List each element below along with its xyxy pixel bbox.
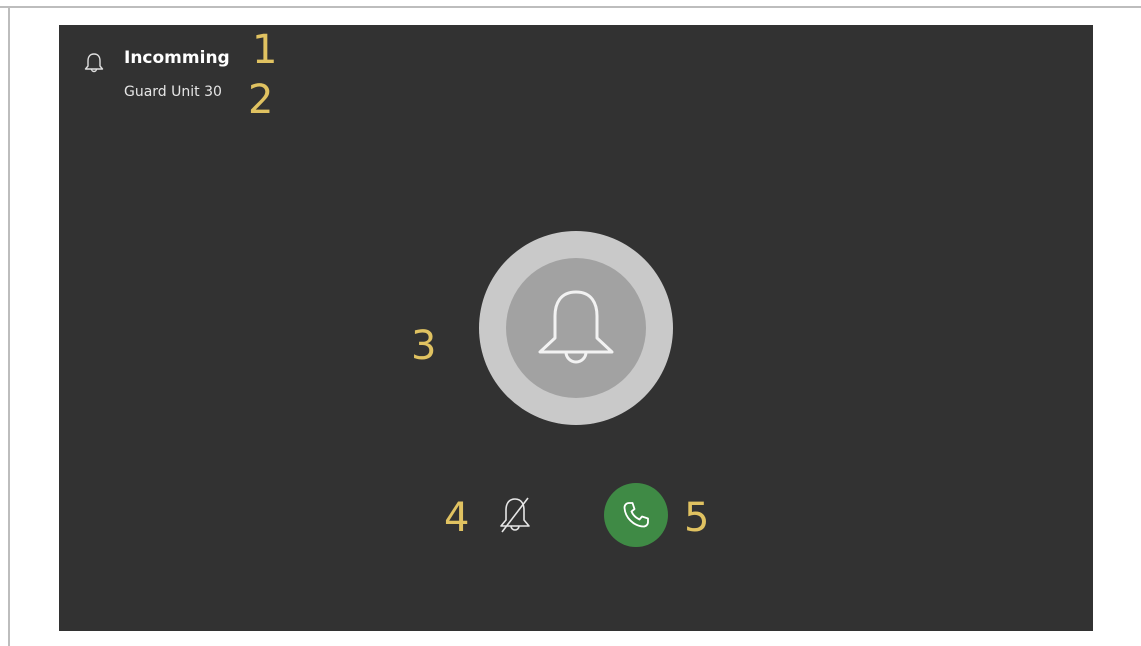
callout-number-2: 2	[248, 77, 274, 123]
bell-icon	[538, 290, 614, 364]
callout-number-3: 3	[411, 323, 437, 369]
caller-name: Guard Unit 30	[124, 84, 222, 100]
bell-off-icon	[500, 497, 530, 533]
accept-call-button[interactable]	[604, 483, 668, 547]
frame-top-border	[0, 6, 1141, 8]
mute-ringtone-button[interactable]	[494, 494, 536, 536]
callout-number-1: 1	[252, 27, 278, 73]
frame-left-border	[8, 6, 10, 646]
callout-number-5: 5	[684, 495, 710, 541]
callout-number-4: 4	[444, 495, 470, 541]
bell-icon	[84, 53, 104, 73]
call-status-title: Incomming	[124, 48, 230, 68]
phone-icon	[623, 502, 649, 528]
